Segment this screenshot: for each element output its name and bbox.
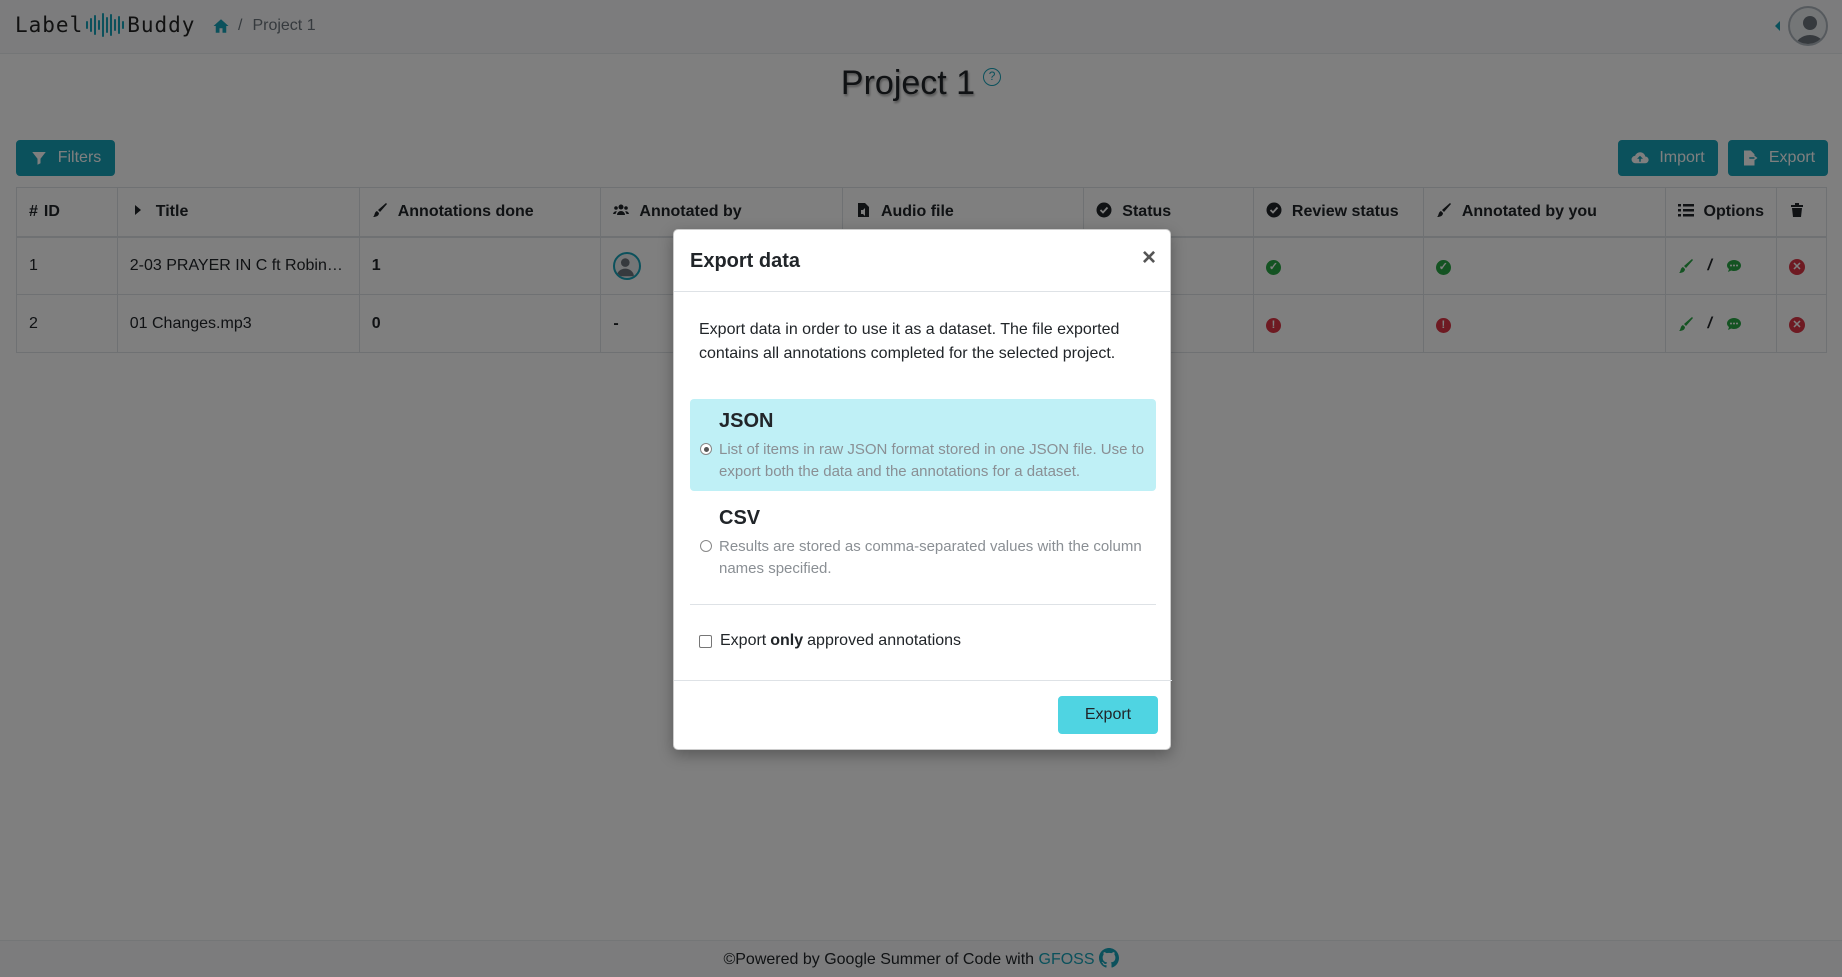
approved-label-bold: only — [770, 632, 804, 649]
export-option-csv[interactable]: CSV Results are stored as comma-separate… — [690, 496, 1156, 588]
csv-radio[interactable] — [700, 540, 712, 552]
close-icon[interactable]: × — [1142, 246, 1156, 270]
approved-only-option[interactable]: Export only approved annotations — [699, 632, 961, 650]
export-data-modal: Export data × Export data in order to us… — [673, 229, 1172, 751]
divider — [690, 604, 1156, 605]
approved-label-suffix: approved annotations — [807, 632, 962, 649]
json-radio[interactable] — [700, 443, 712, 455]
export-option-json[interactable]: JSON List of items in raw JSON format st… — [690, 399, 1156, 491]
modal-footer: Export — [674, 680, 1172, 751]
modal-title: Export data — [690, 250, 801, 272]
option-description: List of items in raw JSON format stored … — [719, 441, 1145, 480]
modal-description: Export data in order to use it as a data… — [699, 321, 1120, 362]
option-description: Results are stored as comma-separated va… — [719, 538, 1142, 577]
approved-label-prefix: Export — [720, 632, 767, 649]
modal-export-button[interactable]: Export — [1058, 696, 1158, 734]
approved-only-checkbox[interactable] — [699, 634, 712, 648]
modal-header: Export data × — [674, 230, 1170, 292]
option-name: JSON — [719, 410, 774, 432]
option-name: CSV — [719, 507, 761, 529]
